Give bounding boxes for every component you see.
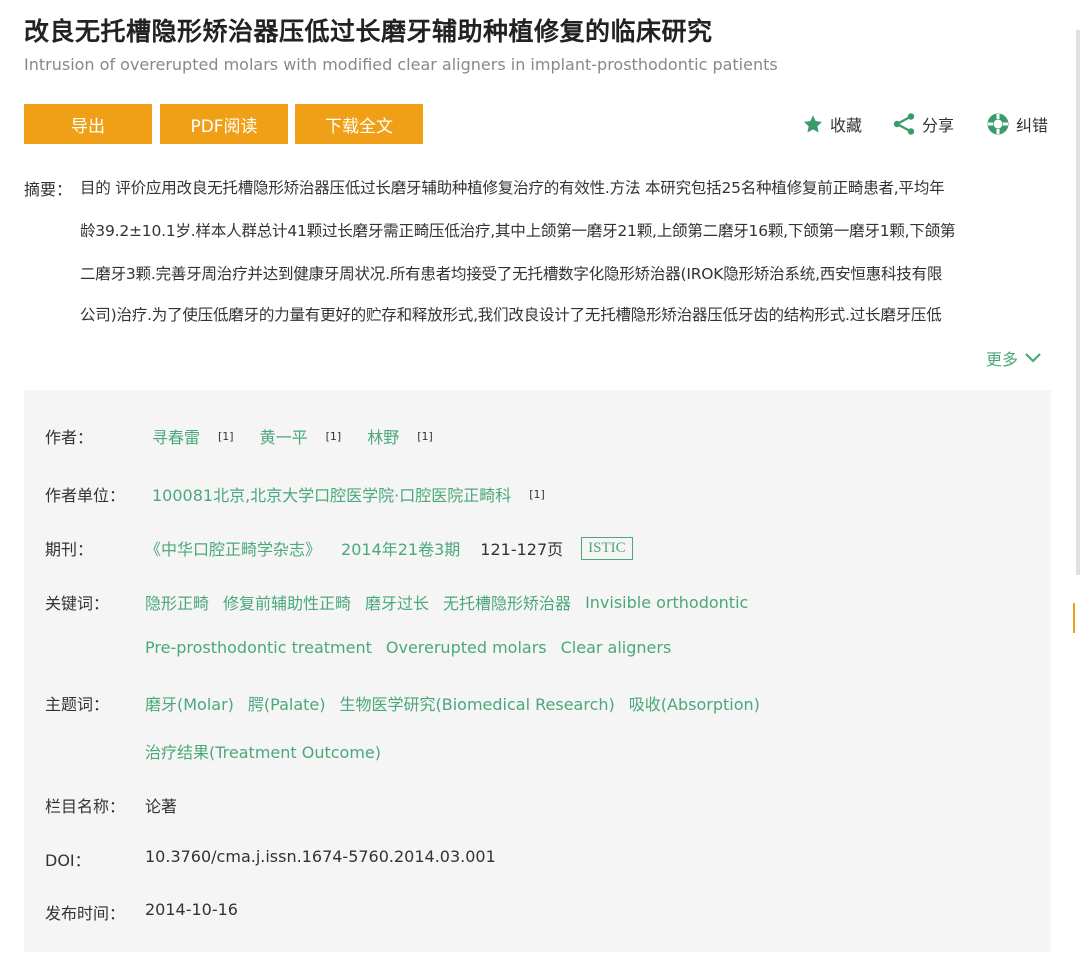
keywords-row: 隐形正畸 修复前辅助性正畸 磨牙过长 无托槽隐形矫治器 Invisible or… [145,590,762,614]
chevron-down-icon [1025,353,1041,363]
scrollbar-track[interactable] [1076,30,1080,575]
keyword-link[interactable]: Invisible orthodontic [585,593,748,612]
more-toggle[interactable]: 更多 [986,346,1042,370]
doi-value: 10.3760/cma.j.issn.1674-5760.2014.03.001 [145,847,496,866]
article-title-zh: 改良无托槽隐形矫治器压低过长磨牙辅助种植修复的临床研究 [24,17,713,46]
share-label: 分享 [922,116,955,135]
keyword-link[interactable]: 隐形正畸 [145,590,209,614]
keyword-link[interactable]: 无托槽隐形矫治器 [443,590,571,614]
subjects-row: 治疗结果(Treatment Outcome) [145,739,395,763]
correction-button[interactable]: 纠错 [986,110,1048,138]
author-link[interactable]: 寻春雷 [152,424,200,448]
date-label: 发布时间： [45,904,126,923]
keyword-link[interactable]: Clear aligners [561,638,672,657]
column-label: 栏目名称： [45,797,126,816]
correction-icon [987,113,1009,135]
article-title-en: Intrusion of overerupted molars with mod… [24,55,778,74]
keyword-link[interactable]: Overerupted molars [386,638,547,657]
correction-label: 纠错 [1016,116,1049,135]
subject-link[interactable]: 治疗结果(Treatment Outcome) [145,739,381,763]
subjects-row: 磨牙(Molar) 腭(Palate) 生物医学研究(Biomedical Re… [145,691,774,715]
abstract-line: 龄39.2±10.1岁.样本人群总计41颗过长磨牙需正畸压低治疗,其中上颌第一磨… [80,222,956,240]
abstract-line: 二磨牙3颗.完善牙周治疗并达到健康牙周状况.所有患者均接受了无托槽数字化隐形矫治… [80,265,943,283]
author-ref: [1] [218,429,234,443]
pages-text: 121-127页 [480,540,564,559]
column-value: 论著 [145,797,178,816]
subject-link[interactable]: 腭(Palate) [248,691,326,715]
subject-link[interactable]: 吸收(Absorption) [629,691,760,715]
unit-link[interactable]: 100081北京,北京大学口腔医学院·口腔医院正畸科 [152,482,511,506]
subjects-label: 主题词： [45,695,110,714]
metadata-panel [24,390,1051,952]
keywords-row: Pre-prosthodontic treatment Overerupted … [145,638,685,657]
unit-row: 100081北京,北京大学口腔医学院·口腔医院正畸科 [1] [152,482,545,506]
date-value: 2014-10-16 [145,900,238,919]
more-label: 更多 [986,350,1019,369]
subject-link[interactable]: 磨牙(Molar) [145,691,234,715]
export-button[interactable]: 导出 [24,104,152,144]
index-badge: ISTIC [581,536,633,560]
keyword-link[interactable]: 磨牙过长 [365,590,429,614]
doi-label: DOI： [45,851,91,870]
issue-link[interactable]: 2014年21卷3期 [341,536,460,560]
keyword-link[interactable]: 修复前辅助性正畸 [223,590,351,614]
journal-label: 期刊： [45,540,94,559]
favorite-button[interactable]: 收藏 [802,110,862,138]
column-row: 论著 [145,793,177,817]
star-icon [803,114,823,132]
keywords-label: 关键词： [45,594,110,613]
favorite-label: 收藏 [830,116,863,135]
authors-label: 作者： [45,428,94,447]
unit-ref: [1] [529,487,545,501]
scroll-marker [1073,603,1080,633]
journal-link[interactable]: 《中华口腔正畸学杂志》 [145,536,321,560]
pdf-read-button[interactable]: PDF阅读 [160,104,288,144]
abstract-line: 目的 评价应用改良无托槽隐形矫治器压低过长磨牙辅助种植修复治疗的有效性.方法 本… [80,179,945,197]
share-icon [893,113,915,135]
authors-list: 寻春雷 [1] 黄一平 [1] 林野 [1] [152,424,433,448]
author-link[interactable]: 黄一平 [260,424,308,448]
author-ref: [1] [417,429,433,443]
download-fulltext-button[interactable]: 下载全文 [295,104,423,144]
date-row: 2014-10-16 [145,900,238,919]
share-button[interactable]: 分享 [892,110,954,138]
doi-row: 10.3760/cma.j.issn.1674-5760.2014.03.001 [145,847,496,866]
author-link[interactable]: 林野 [367,424,399,448]
author-ref: [1] [325,429,342,443]
abstract-line: 公司)治疗.为了使压低磨牙的力量有更好的贮存和释放形式,我们改良设计了无托槽隐形… [80,306,942,324]
subject-link[interactable]: 生物医学研究(Biomedical Research) [340,691,615,715]
keyword-link[interactable]: Pre-prosthodontic treatment [145,638,372,657]
journal-row: 《中华口腔正畸学杂志》 2014年21卷3期 121-127页 ISTIC [145,536,633,560]
unit-label: 作者单位： [45,486,126,505]
abstract-label: 摘要： [24,180,73,199]
